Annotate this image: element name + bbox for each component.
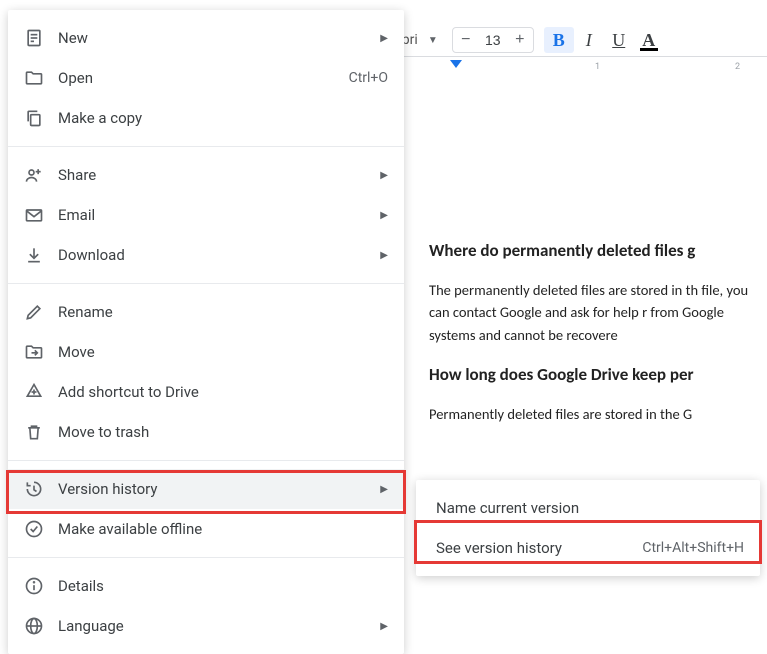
drive-shortcut-icon	[24, 382, 44, 402]
document-body[interactable]: Where do permanently deleted files g The…	[395, 80, 767, 444]
copy-icon	[24, 108, 44, 128]
bold-button[interactable]: B	[544, 27, 574, 53]
menu-label: Open	[58, 69, 349, 87]
dropdown-icon: ▼	[428, 35, 438, 46]
text-format-group: B I U A	[544, 27, 664, 53]
menu-label: Email	[58, 206, 380, 224]
italic-button[interactable]: I	[574, 27, 604, 53]
folder-icon	[24, 68, 44, 88]
doc-heading: Where do permanently deleted files g	[429, 240, 767, 261]
divider	[8, 460, 404, 461]
menu-label: Move	[58, 343, 388, 361]
menu-item-download[interactable]: Download ▶	[8, 235, 404, 275]
document-icon	[24, 28, 44, 48]
doc-heading: How long does Google Drive keep per	[429, 364, 767, 385]
menu-label: Language	[58, 617, 380, 635]
menu-item-make-copy[interactable]: Make a copy	[8, 98, 404, 138]
submenu-arrow-icon: ▶	[380, 210, 388, 221]
menu-label: Details	[58, 577, 388, 595]
globe-icon	[24, 616, 44, 636]
divider	[8, 557, 404, 558]
submenu-item-see-history[interactable]: See version history Ctrl+Alt+Shift+H	[416, 528, 760, 568]
menu-item-email[interactable]: Email ▶	[8, 195, 404, 235]
menu-item-language[interactable]: Language ▶	[8, 606, 404, 646]
menu-item-rename[interactable]: Rename	[8, 292, 404, 332]
offline-icon	[24, 519, 44, 539]
horizontal-ruler: 1 2	[395, 56, 767, 80]
menu-label: Rename	[58, 303, 388, 321]
menu-item-new[interactable]: New ▶	[8, 18, 404, 58]
email-icon	[24, 205, 44, 225]
trash-icon	[24, 422, 44, 442]
menu-shortcut: Ctrl+Alt+Shift+H	[642, 540, 744, 556]
menu-label: Version history	[58, 480, 380, 498]
submenu-item-name-current[interactable]: Name current version	[416, 488, 760, 528]
menu-shortcut: Ctrl+O	[349, 70, 388, 86]
menu-label: Share	[58, 166, 380, 184]
submenu-arrow-icon: ▶	[380, 33, 388, 44]
ruler-mark: 2	[735, 62, 740, 72]
pencil-icon	[24, 302, 44, 322]
divider	[8, 283, 404, 284]
submenu-arrow-icon: ▶	[380, 170, 388, 181]
history-icon	[24, 479, 44, 499]
info-icon	[24, 576, 44, 596]
doc-paragraph: The permanently deleted files are stored…	[429, 279, 767, 346]
version-history-submenu: Name current version See version history…	[416, 480, 760, 576]
menu-label: Download	[58, 246, 380, 264]
menu-label: Make a copy	[58, 109, 388, 127]
increase-size-button[interactable]: +	[507, 27, 533, 53]
menu-item-open[interactable]: Open Ctrl+O	[8, 58, 404, 98]
menu-label: New	[58, 29, 380, 47]
menu-item-move[interactable]: Move	[8, 332, 404, 372]
share-icon	[24, 165, 44, 185]
indent-marker-icon[interactable]	[450, 60, 462, 68]
font-size-stepper: − +	[452, 27, 534, 53]
formatting-toolbar: libri ▼ − + B I U A	[395, 22, 767, 58]
decrease-size-button[interactable]: −	[453, 27, 479, 53]
menu-label: See version history	[436, 539, 642, 557]
file-menu: New ▶ Open Ctrl+O Make a copy Share ▶ Em…	[8, 10, 404, 654]
menu-item-trash[interactable]: Move to trash	[8, 412, 404, 452]
text-color-button[interactable]: A	[634, 27, 664, 53]
menu-label: Move to trash	[58, 423, 388, 441]
menu-item-add-shortcut[interactable]: Add shortcut to Drive	[8, 372, 404, 412]
underline-button[interactable]: U	[604, 27, 634, 53]
submenu-arrow-icon: ▶	[380, 250, 388, 261]
menu-item-offline[interactable]: Make available offline	[8, 509, 404, 549]
divider	[8, 146, 404, 147]
doc-paragraph: Permanently deleted files are stored in …	[429, 403, 767, 425]
submenu-arrow-icon: ▶	[380, 484, 388, 495]
menu-item-share[interactable]: Share ▶	[8, 155, 404, 195]
menu-label: Name current version	[436, 499, 744, 517]
menu-item-version-history[interactable]: Version history ▶	[8, 469, 404, 509]
menu-label: Make available offline	[58, 520, 388, 538]
ruler-mark: 1	[595, 62, 600, 72]
menu-label: Add shortcut to Drive	[58, 383, 388, 401]
move-icon	[24, 342, 44, 362]
font-size-input[interactable]	[479, 32, 507, 48]
submenu-arrow-icon: ▶	[380, 621, 388, 632]
menu-item-details[interactable]: Details	[8, 566, 404, 606]
download-icon	[24, 245, 44, 265]
